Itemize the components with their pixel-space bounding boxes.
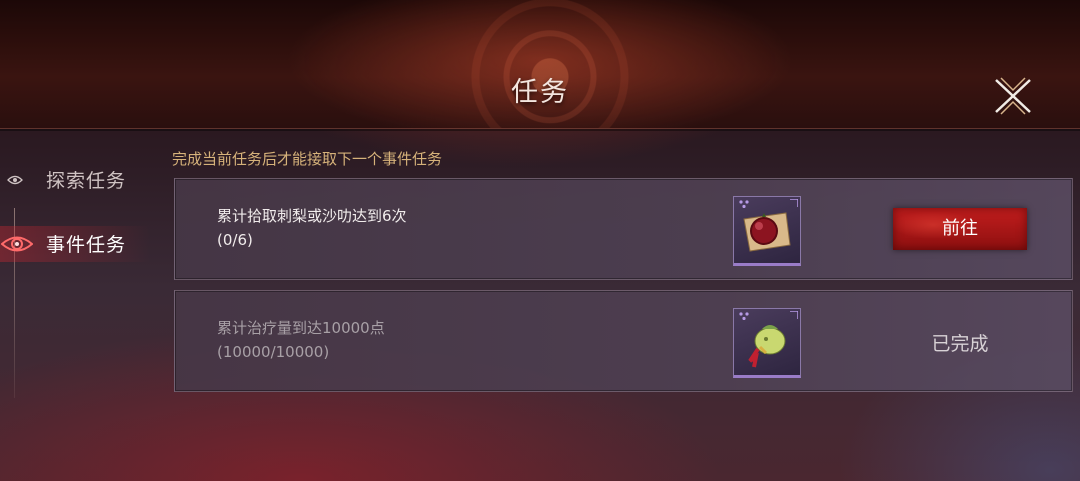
quest-progress: (10000/10000): [217, 343, 330, 361]
sidebar: 探索任务 事件任务: [0, 128, 160, 481]
completed-status: 已完成: [931, 333, 989, 355]
eye-active-icon: [1, 236, 33, 252]
page-title: 任务: [511, 77, 569, 108]
reward-slot[interactable]: [733, 196, 801, 266]
quest-card: 累计治疗量到达10000点 (10000/10000) 已完成: [174, 290, 1073, 392]
go-button[interactable]: 前往: [893, 208, 1027, 250]
herb-pouch-icon: [748, 325, 786, 368]
close-button[interactable]: [992, 76, 1034, 116]
quest-card: 累计拾取刺梨或沙叻达到6次 (0/6) 前往: [174, 178, 1073, 280]
header-bar: 任务: [0, 0, 1080, 129]
eye-icon: [7, 175, 23, 185]
tab-explore-quests[interactable]: 探索任务: [0, 160, 160, 200]
tab-explore-label: 探索任务: [46, 170, 127, 192]
tab-event-label: 事件任务: [46, 234, 127, 256]
tab-event-quests[interactable]: 事件任务: [0, 224, 160, 264]
quest-notice: 完成当前任务后才能接取下一个事件任务: [172, 150, 443, 168]
quest-name: 累计治疗量到达10000点: [217, 319, 385, 337]
quest-progress: (0/6): [217, 231, 253, 249]
close-icon: [995, 77, 1031, 115]
quest-name: 累计拾取刺梨或沙叻达到6次: [217, 207, 407, 225]
berry-on-parchment-icon: [743, 212, 791, 252]
reward-slot[interactable]: [733, 308, 801, 378]
